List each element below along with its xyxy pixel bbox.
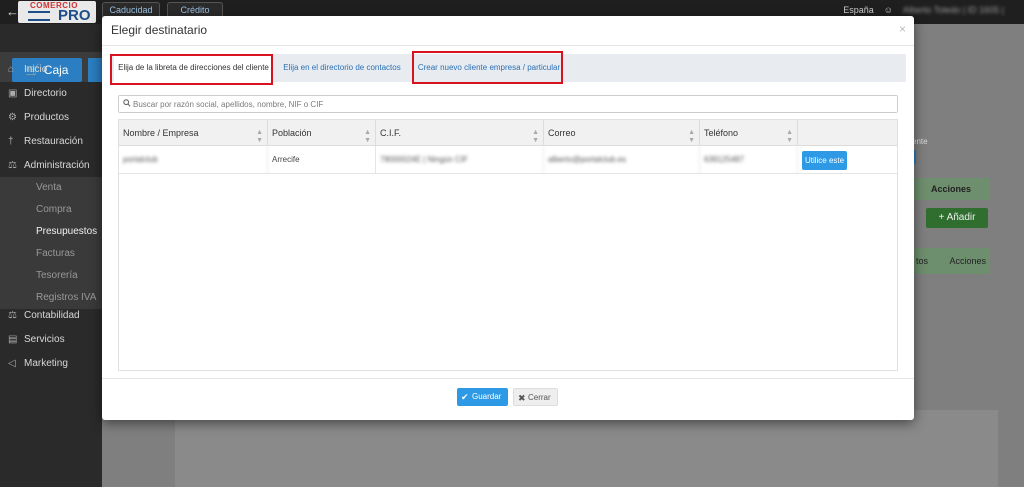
briefcase-icon: ▤	[8, 334, 18, 345]
sort-icon: ▲ ▼	[256, 129, 263, 144]
modal-title: Elegir destinatario	[111, 23, 208, 37]
save-button[interactable]: ✔ Guardar	[457, 388, 508, 406]
sidebar-subitem-compra[interactable]: Compra	[0, 199, 102, 221]
sidebar-item-productos[interactable]: ⚙ Productos	[0, 107, 102, 129]
column-header-label: C.I.F.	[380, 128, 402, 138]
modal-footer: ✔ Guardar ✖ Cerrar	[102, 378, 914, 420]
background-row-right: Acciones	[949, 256, 986, 266]
column-header-phone[interactable]: Teléfono ▲ ▼	[700, 120, 798, 146]
cell-phone: 639125487	[700, 146, 798, 174]
logo-lines-icon	[28, 11, 50, 21]
gear-icon: ⚙	[8, 112, 17, 123]
logo-text-bottom: PRO	[58, 7, 91, 24]
search-box	[118, 95, 898, 113]
cell-city: Arrecife	[268, 146, 376, 174]
background-acciones-header: Acciones	[912, 178, 990, 200]
recipients-table: Nombre / Empresa ▲ ▼ Población ▲ ▼ C.I.F. ▲ ▼ …	[118, 119, 898, 371]
megaphone-icon: ◁	[8, 358, 16, 369]
sidebar-item-label: Productos	[24, 112, 70, 123]
sort-icon: ▲ ▼	[786, 129, 793, 144]
sidebar-item-servicios[interactable]: ▤ Servicios	[0, 329, 102, 351]
sidebar-item-label: Administración	[24, 160, 90, 171]
sidebar-item-contabilidad[interactable]: ⚖ Contabilidad	[0, 305, 102, 327]
add-button[interactable]: + Añadir	[926, 208, 988, 228]
cell-email: alberto@portalclub.es	[544, 146, 700, 174]
save-label: Guardar	[472, 392, 502, 401]
column-header-email[interactable]: Correo ▲ ▼	[544, 120, 700, 146]
cancel-button[interactable]: ✖ Cerrar	[513, 388, 558, 406]
sidebar-item-administracion[interactable]: ⚖ Administración	[0, 155, 102, 177]
sidebar-item-directorio[interactable]: ▣ Directorio	[0, 83, 102, 105]
add-label: Añadir	[946, 212, 976, 223]
sidebar-item-restauracion[interactable]: † Restauración	[0, 131, 102, 153]
column-header-label: Correo	[548, 128, 576, 138]
tab-bar: Elija de la libreta de direcciones del c…	[110, 54, 906, 82]
sidebar-item-label: Servicios	[24, 334, 65, 345]
sidebar-item-label: Contabilidad	[24, 310, 80, 321]
top-right-area: España ☺ Alberto Toledo | ID 1605 |	[843, 5, 1004, 15]
choose-recipient-dialog: Elegir destinatario × Elija de la libret…	[102, 16, 914, 420]
cutlery-icon: †	[8, 136, 14, 147]
scale-icon: ⚖	[8, 160, 17, 171]
main-panel	[175, 410, 998, 487]
sidebar-subitem-presupuestos[interactable]: Presupuestos	[0, 221, 102, 243]
column-header-actions	[798, 120, 897, 146]
sort-icon: ▲ ▼	[532, 129, 539, 144]
background-text: ente	[912, 137, 928, 146]
sort-icon: ▲ ▼	[688, 129, 695, 144]
sidebar-item-label: Inicio	[24, 64, 48, 75]
search-icon	[123, 99, 131, 107]
modal-header: Elegir destinatario ×	[102, 16, 914, 46]
table-row: portalclub Arrecife 78000024E | Ningún C…	[119, 146, 897, 174]
tab-contacts-directory[interactable]: Elija en el directorio de contactos	[280, 54, 404, 82]
search-input[interactable]	[133, 96, 893, 112]
tab-create-client[interactable]: Crear nuevo cliente empresa / particular	[414, 54, 564, 82]
sidebar-subitem-tesoreria[interactable]: Tesorería	[0, 265, 102, 287]
sidebar-subitem-venta[interactable]: Venta	[0, 177, 102, 199]
sidebar-item-label: Restauración	[24, 136, 83, 147]
book-icon: ▣	[8, 88, 18, 99]
background-table-header: tos Acciones	[912, 248, 990, 274]
column-header-city[interactable]: Población ▲ ▼	[268, 120, 376, 146]
column-header-label: Nombre / Empresa	[123, 128, 199, 138]
close-icon[interactable]: ×	[899, 22, 906, 36]
comercio-pro-logo[interactable]: COMERCIO PRO	[18, 1, 96, 24]
tab-address-book[interactable]: Elija de la libreta de direcciones del c…	[114, 54, 273, 82]
use-this-button[interactable]: Utilice este	[802, 151, 847, 170]
cell-cif: 78000024E | Ningún CIF	[376, 146, 544, 174]
sort-icon: ▲ ▼	[364, 129, 371, 144]
home-icon: ⌂	[8, 64, 15, 75]
user-icon: ☺	[883, 5, 893, 15]
cancel-label: Cerrar	[528, 393, 551, 402]
close-icon: ✖	[518, 393, 526, 403]
column-header-cif[interactable]: C.I.F. ▲ ▼	[376, 120, 544, 146]
plus-icon: +	[938, 212, 947, 223]
background-row-left: tos	[916, 256, 929, 266]
sidebar-subitem-facturas[interactable]: Facturas	[0, 243, 102, 265]
user-name[interactable]: Alberto Toledo | ID 1605 |	[903, 5, 1004, 15]
cell-name: portalclub	[119, 146, 268, 174]
sidebar-item-inicio[interactable]: ⌂ Inicio	[0, 59, 102, 81]
table-header: Nombre / Empresa ▲ ▼ Población ▲ ▼ C.I.F. ▲ ▼ …	[119, 120, 897, 146]
column-header-label: Teléfono	[704, 128, 739, 138]
check-icon: ✔	[461, 392, 469, 402]
sidebar-item-label: Marketing	[24, 358, 68, 369]
column-header-name[interactable]: Nombre / Empresa ▲ ▼	[119, 120, 268, 146]
language-selector[interactable]: España	[843, 5, 874, 15]
sidebar-item-label: Directorio	[24, 88, 67, 99]
sidebar-item-marketing[interactable]: ◁ Marketing	[0, 353, 102, 375]
sidebar: 🛒 Caja ⌂ Inicio ▣ Directorio ⚙ Productos † R…	[0, 24, 102, 487]
balance-icon: ⚖	[8, 310, 17, 321]
column-header-label: Población	[272, 128, 312, 138]
